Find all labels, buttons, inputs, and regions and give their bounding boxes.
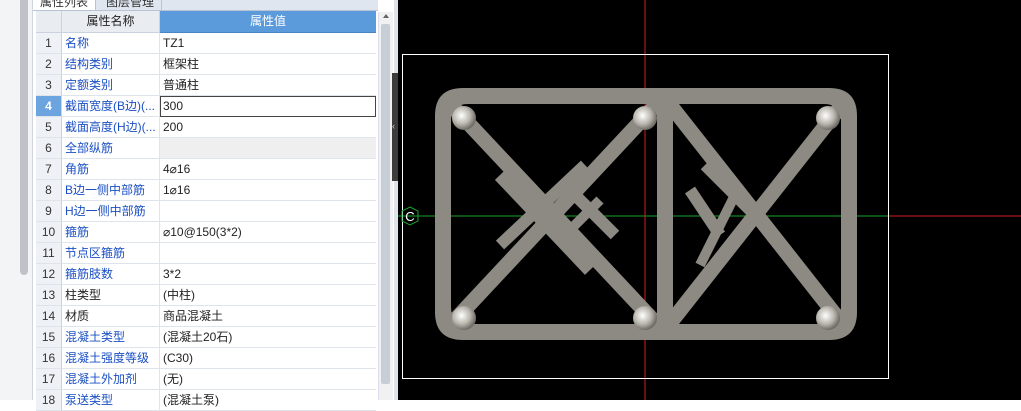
property-row[interactable]: 10 箍筋 ⌀10@150(3*2) [36, 222, 376, 243]
property-row[interactable]: 12 箍筋肢数 3*2 [36, 264, 376, 285]
property-name: 角筋 [62, 159, 160, 180]
property-row[interactable]: 7 角筋 4⌀16 [36, 159, 376, 180]
property-value[interactable]: 普通柱 [160, 75, 376, 96]
property-value[interactable]: 3*2 [160, 264, 376, 285]
property-value[interactable]: 框架柱 [160, 54, 376, 75]
rebar-dot [633, 106, 657, 130]
row-number: 3 [36, 75, 62, 96]
property-row[interactable]: 8 B边一侧中部筋 1⌀16 [36, 180, 376, 201]
rebar-group [452, 106, 840, 330]
property-name: 混凝土类型 [62, 327, 160, 348]
property-value[interactable]: 300 [160, 96, 376, 117]
row-number: 6 [36, 138, 62, 159]
property-value[interactable]: 4⌀16 [160, 159, 376, 180]
rebar-dot [816, 106, 840, 130]
property-name: 全部纵筋 [62, 138, 160, 159]
property-value[interactable] [160, 243, 376, 264]
row-number: 15 [36, 327, 62, 348]
property-row[interactable]: 3 定额类别 普通柱 [36, 75, 376, 96]
property-value[interactable]: 商品混凝土 [160, 306, 376, 327]
row-number: 12 [36, 264, 62, 285]
row-number: 10 [36, 222, 62, 243]
property-name: 箍筋 [62, 222, 160, 243]
property-value[interactable]: 1⌀16 [160, 180, 376, 201]
grid-scrollbar[interactable] [378, 12, 393, 400]
property-row[interactable]: 9 H边一侧中部筋 [36, 201, 376, 222]
rebar-dot [816, 306, 840, 330]
property-name: 柱类型 [62, 285, 160, 306]
row-number: 9 [36, 201, 62, 222]
property-value[interactable]: (C30) [160, 348, 376, 369]
row-number: 11 [36, 243, 62, 264]
property-name: H边一侧中部筋 [62, 201, 160, 222]
rebar-dot [452, 106, 476, 130]
row-number: 13 [36, 285, 62, 306]
property-row[interactable]: 18 泵送类型 (混凝土泵) [36, 390, 376, 411]
property-value[interactable]: TZ1 [160, 33, 376, 54]
rebar-dot [452, 306, 476, 330]
property-row[interactable]: 13 柱类型 (中柱) [36, 285, 376, 306]
column-section-drawing: C [398, 0, 1021, 400]
row-number: 7 [36, 159, 62, 180]
property-row[interactable]: 2 结构类别 框架柱 [36, 54, 376, 75]
property-row[interactable]: 14 材质 商品混凝土 [36, 306, 376, 327]
property-value[interactable]: (混凝土泵) [160, 390, 376, 411]
property-row[interactable]: 6 全部纵筋 [36, 138, 376, 159]
scroll-thumb[interactable] [381, 24, 390, 384]
property-panel: 属性列表 图层管理 属性名称 属性值 1 名称 TZ1 2 结构类别 框架柱 3 定额类别 普通… [32, 0, 395, 411]
property-row[interactable]: 16 混凝土强度等级 (C30) [36, 348, 376, 369]
property-name: 箍筋肢数 [62, 264, 160, 285]
property-name: 结构类别 [62, 54, 160, 75]
row-number: 14 [36, 306, 62, 327]
header-property-name[interactable]: 属性名称 [62, 11, 160, 33]
left-gutter [0, 0, 32, 400]
row-number: 8 [36, 180, 62, 201]
row-number: 1 [36, 33, 62, 54]
tab-property-list[interactable]: 属性列表 [33, 0, 97, 10]
rebar-dot [633, 306, 657, 330]
property-value[interactable]: (无) [160, 369, 376, 390]
property-value[interactable]: (混凝土20石) [160, 327, 376, 348]
property-name: 混凝土外加剂 [62, 369, 160, 390]
scroll-up-arrow-icon[interactable] [383, 14, 389, 18]
property-row[interactable]: 11 节点区箍筋 [36, 243, 376, 264]
property-name: 材质 [62, 306, 160, 327]
tab-layer-manager[interactable]: 图层管理 [99, 0, 163, 10]
row-number: 16 [36, 348, 62, 369]
property-name: 节点区箍筋 [62, 243, 160, 264]
row-number: 17 [36, 369, 62, 390]
row-number: 5 [36, 117, 62, 138]
property-value[interactable] [160, 201, 376, 222]
header-property-value[interactable]: 属性值 [160, 11, 376, 33]
property-row[interactable]: 4 截面宽度(B边)(... 300 [36, 96, 376, 117]
gutter-scrollbar[interactable] [20, 0, 28, 275]
property-name: 定额类别 [62, 75, 160, 96]
property-value[interactable]: 200 [160, 117, 376, 138]
property-row[interactable]: 5 截面高度(H边)(... 200 [36, 117, 376, 138]
row-number: 4 [36, 96, 62, 117]
property-row[interactable]: 15 混凝土类型 (混凝土20石) [36, 327, 376, 348]
property-name: B边一侧中部筋 [62, 180, 160, 201]
property-value[interactable]: (中柱) [160, 285, 376, 306]
row-number: 2 [36, 54, 62, 75]
drawing-canvas[interactable]: C [398, 0, 1021, 400]
panel-tabs: 属性列表 图层管理 [33, 0, 378, 11]
property-name: 截面宽度(B边)(... [62, 96, 160, 117]
property-value[interactable] [160, 138, 376, 159]
chevron-left-icon: ‹ [392, 121, 395, 131]
axis-label: C [405, 209, 414, 224]
property-row[interactable]: 17 混凝土外加剂 (无) [36, 369, 376, 390]
row-number: 18 [36, 390, 62, 411]
property-name: 截面高度(H边)(... [62, 117, 160, 138]
property-name: 混凝土强度等级 [62, 348, 160, 369]
property-row[interactable]: 1 名称 TZ1 [36, 33, 376, 54]
header-row-number [36, 11, 62, 33]
property-value[interactable]: ⌀10@150(3*2) [160, 222, 376, 243]
property-name: 名称 [62, 33, 160, 54]
property-name: 泵送类型 [62, 390, 160, 411]
